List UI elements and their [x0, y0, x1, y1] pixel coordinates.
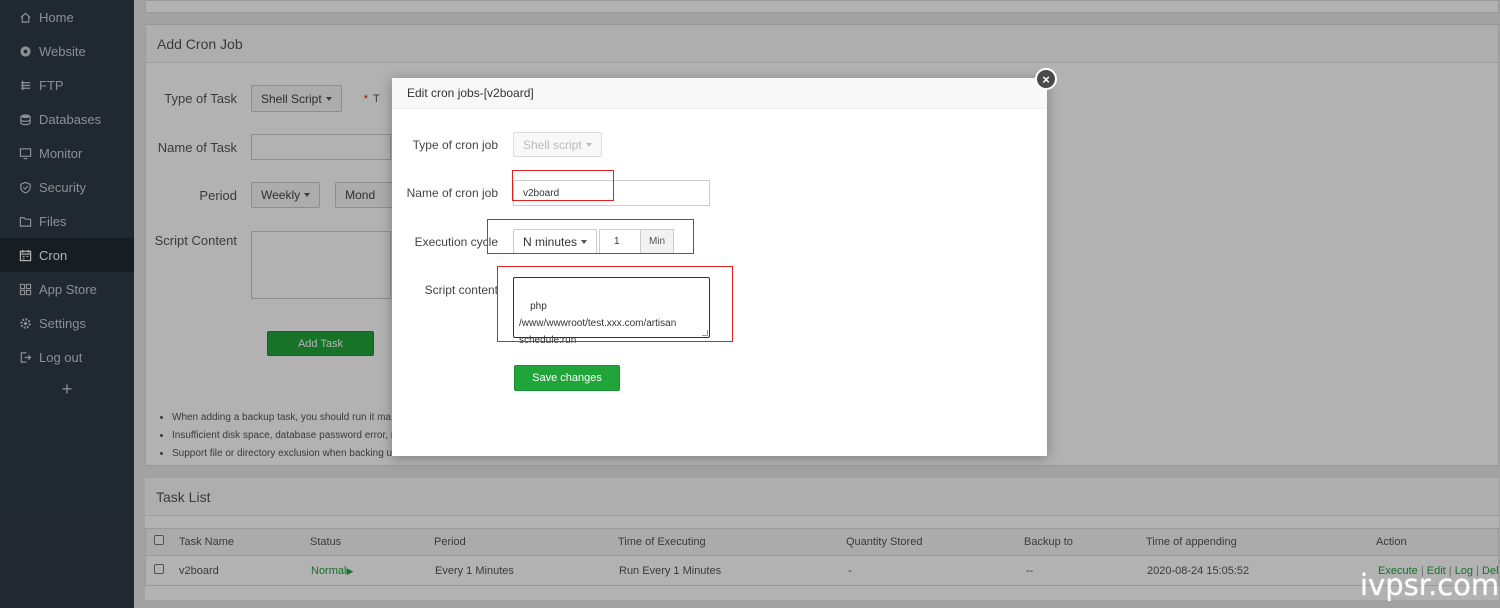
modal-title: Edit cron jobs-[v2board] — [392, 78, 1047, 109]
modal-script-label: Script content — [424, 283, 498, 297]
modal-type-label: Type of cron job — [412, 138, 498, 152]
watermark: ivpsr.com — [1360, 568, 1500, 602]
modal-type-dropdown: Shell script — [513, 132, 602, 157]
modal-name-label: Name of cron job — [406, 186, 498, 200]
modal-cycle-label: Execution cycle — [414, 235, 498, 249]
save-changes-button[interactable]: Save changes — [514, 365, 620, 391]
close-icon[interactable]: × — [1035, 68, 1057, 90]
highlight-box-cycle — [487, 219, 694, 254]
highlight-box-script — [497, 266, 733, 342]
modal-type-value: Shell script — [523, 137, 582, 152]
edit-cron-modal: Edit cron jobs-[v2board] Type of cron jo… — [392, 78, 1047, 456]
highlight-box-name — [512, 170, 614, 201]
chevron-down-icon — [585, 142, 592, 147]
